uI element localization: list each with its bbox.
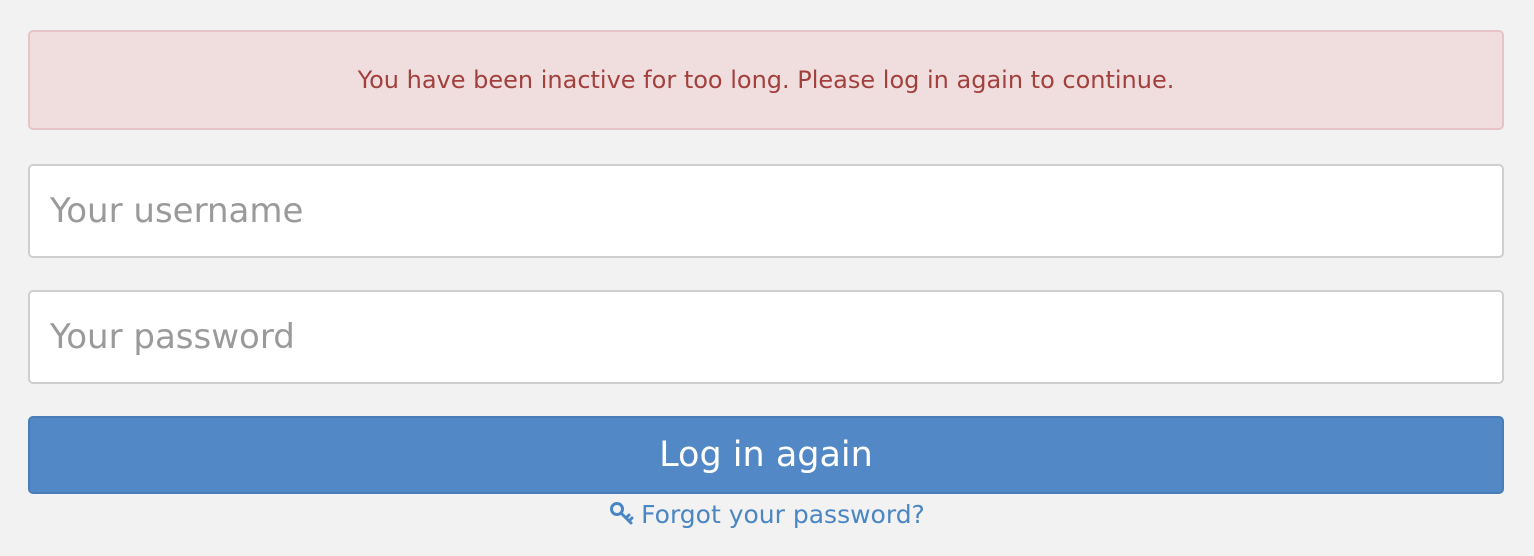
alert-message: You have been inactive for too long. Ple… [357,66,1175,94]
log-in-again-label: Log in again [659,435,873,475]
forgot-password-label: Forgot your password? [641,499,925,529]
username-input[interactable] [28,164,1504,258]
forgot-password-link[interactable]: Forgot your password? [0,494,1534,534]
log-in-again-button[interactable]: Log in again [28,416,1504,494]
password-input[interactable] [28,290,1504,384]
inactivity-alert: You have been inactive for too long. Ple… [28,30,1504,130]
key-icon [609,501,635,527]
